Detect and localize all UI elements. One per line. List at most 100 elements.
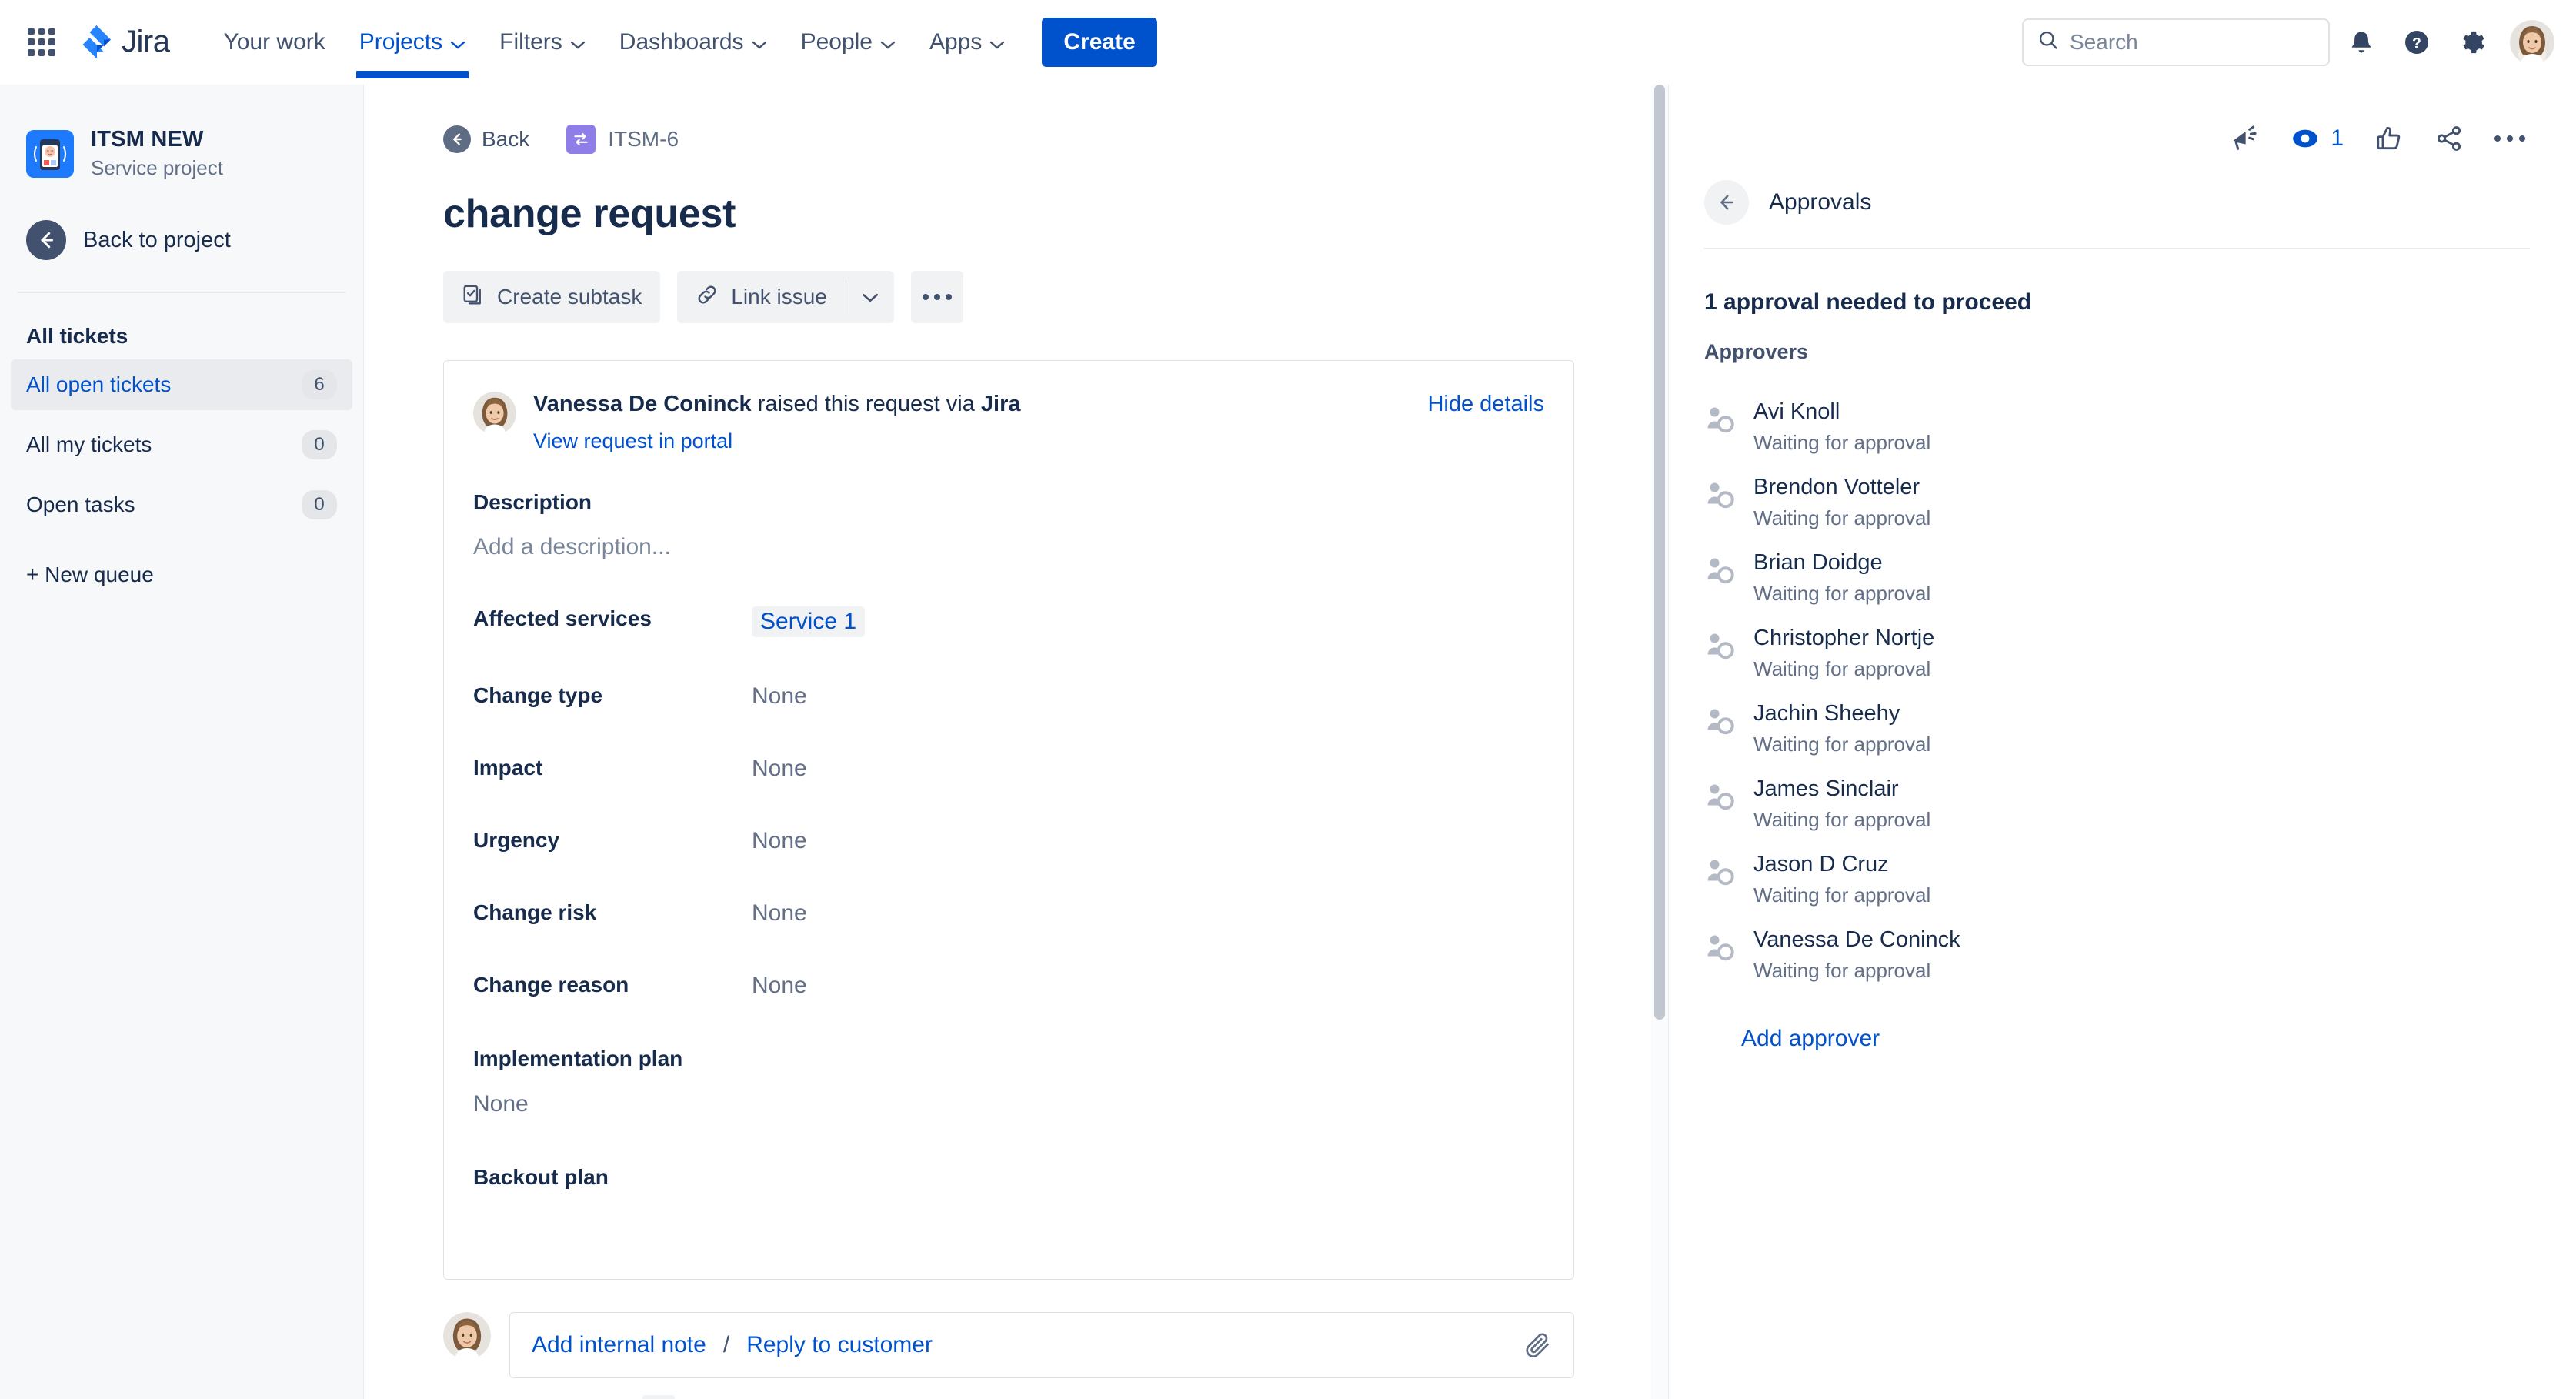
affected-service-link[interactable]: Service 1 <box>752 606 866 637</box>
raised-text: raised this request via <box>751 392 981 416</box>
back-to-project-label: Back to project <box>83 227 231 252</box>
share-icon[interactable] <box>2434 124 2464 153</box>
main-panel-scrollbar[interactable] <box>1651 85 1668 1399</box>
queue-label: Open tasks <box>26 492 135 516</box>
nav-item-your-work[interactable]: Your work <box>206 0 342 85</box>
approvals-header: Approvals <box>1669 154 2576 225</box>
list-item[interactable]: Jason D Cruz Waiting for approval <box>1704 852 2576 907</box>
field-row-impact: Impact None <box>473 756 1544 782</box>
nav-label: Projects <box>359 28 443 55</box>
pro-tip-key: M <box>642 1395 675 1399</box>
help-question-icon[interactable]: ? <box>2393 18 2441 66</box>
field-row-backout-plan: Backout plan <box>473 1165 1544 1190</box>
link-issue-button[interactable]: Link issue <box>677 271 846 323</box>
person-avatar-icon <box>1704 856 1737 889</box>
sidebar-item-open-tasks[interactable]: Open tasks 0 <box>11 479 352 530</box>
gear-settings-icon[interactable] <box>2448 18 2496 66</box>
nav-label: Dashboards <box>619 28 744 55</box>
field-value[interactable]: Service 1 <box>752 606 866 637</box>
list-item[interactable]: Brian Doidge Waiting for approval <box>1704 550 2576 606</box>
list-item[interactable]: Jachin Sheehy Waiting for approval <box>1704 701 2576 756</box>
request-header: Vanessa De Coninck raised this request v… <box>473 392 1544 453</box>
new-queue-button[interactable]: + New queue <box>0 539 363 587</box>
field-row-implementation-plan: Implementation plan None <box>473 1047 1544 1117</box>
list-item[interactable]: Brendon Votteler Waiting for approval <box>1704 475 2576 530</box>
chevron-down-icon[interactable] <box>846 271 894 323</box>
nav-item-dashboards[interactable]: Dashboards <box>602 0 784 85</box>
field-value[interactable]: None <box>752 683 807 710</box>
approver-name: Vanessa De Coninck <box>1753 927 1960 952</box>
nav-right-cluster: ? <box>2022 18 2554 66</box>
back-to-project-button[interactable]: Back to project <box>0 217 363 263</box>
thumbs-up-vote-icon[interactable] <box>2374 124 2404 153</box>
nav-label: Filters <box>499 28 562 55</box>
user-avatar[interactable] <box>2510 19 2554 65</box>
page-title: change request <box>443 192 736 236</box>
field-value[interactable]: None <box>752 828 807 854</box>
bell-notification-icon[interactable] <box>2337 18 2385 66</box>
approver-status: Waiting for approval <box>1753 883 1931 907</box>
reporter-avatar <box>473 392 516 435</box>
sidebar-item-all-open-tickets[interactable]: All open tickets 6 <box>11 359 352 410</box>
comment-input-box[interactable]: Add internal note / Reply to customer <box>509 1312 1574 1378</box>
issue-main-panel: Back ITSM-6 change request Create subtas… <box>365 85 1651 1399</box>
person-avatar-icon <box>1704 555 1737 587</box>
search-box[interactable] <box>2022 18 2330 66</box>
more-horizontal-icon[interactable] <box>910 271 963 323</box>
approval-headline: 1 approval needed to proceed <box>1704 289 2032 315</box>
approver-name: James Sinclair <box>1753 776 1899 801</box>
search-input[interactable] <box>2070 29 2314 55</box>
subtask-checkbox-icon <box>462 283 485 312</box>
field-label: Affected services <box>473 606 652 630</box>
field-value[interactable]: None <box>473 1091 1544 1117</box>
list-item[interactable]: Christopher Nortje Waiting for approval <box>1704 626 2576 681</box>
nav-item-projects[interactable]: Projects <box>342 0 482 85</box>
queue-label: All my tickets <box>26 432 152 456</box>
breadcrumb-issue-key[interactable]: ITSM-6 <box>566 125 679 154</box>
approver-status: Waiting for approval <box>1753 959 1931 982</box>
person-avatar-icon <box>1704 781 1737 813</box>
list-item[interactable]: Avi Knoll Waiting for approval <box>1704 399 2576 455</box>
queue-list: All open tickets 6 All my tickets 0 Open… <box>0 359 363 530</box>
field-value[interactable]: None <box>752 973 807 999</box>
approvers-label: Approvers <box>1704 340 1809 363</box>
feedback-megaphone-icon[interactable] <box>2229 123 2260 154</box>
description-input[interactable]: Add a description... <box>473 534 1544 560</box>
jira-home-link[interactable]: Jira <box>78 24 170 61</box>
field-value[interactable]: None <box>752 900 807 927</box>
project-header[interactable]: ITSM NEW Service project <box>0 85 363 180</box>
chevron-down-icon <box>752 29 767 55</box>
create-button[interactable]: Create <box>1042 17 1157 67</box>
add-approver-button[interactable]: Add approver <box>1741 1026 1880 1052</box>
nav-item-apps[interactable]: Apps <box>913 0 1022 85</box>
description-label: Description <box>473 490 592 514</box>
top-navigation-bar: Jira Your work Projects Filters Dashboar… <box>0 0 2576 85</box>
create-subtask-button[interactable]: Create subtask <box>443 271 661 323</box>
paperclip-icon[interactable] <box>1523 1331 1552 1360</box>
nav-label: People <box>800 28 873 55</box>
request-channel: Jira <box>980 392 1021 416</box>
service-project-avatar-icon <box>26 129 74 178</box>
field-value[interactable]: None <box>752 756 807 782</box>
list-item[interactable]: Vanessa De Coninck Waiting for approval <box>1704 927 2576 983</box>
reply-to-customer-button[interactable]: Reply to customer <box>746 1332 933 1358</box>
sidebar-item-all-my-tickets[interactable]: All my tickets 0 <box>11 419 352 470</box>
view-request-in-portal-link[interactable]: View request in portal <box>533 429 732 453</box>
grid-apps-icon[interactable] <box>22 22 62 62</box>
comment-composer: Add internal note / Reply to customer <box>443 1312 1574 1378</box>
more-horizontal-icon[interactable] <box>2494 135 2525 142</box>
list-item[interactable]: James Sinclair Waiting for approval <box>1704 776 2576 832</box>
comment-separator: / <box>722 1332 730 1357</box>
field-label: Change risk <box>473 900 597 924</box>
arrow-left-icon[interactable] <box>1704 180 1749 225</box>
person-avatar-icon <box>1704 630 1737 663</box>
field-row-affected-services: Affected services Service 1 <box>473 606 1544 637</box>
nav-item-filters[interactable]: Filters <box>482 0 602 85</box>
nav-item-people[interactable]: People <box>784 0 913 85</box>
approver-status: Waiting for approval <box>1753 582 1931 605</box>
add-internal-note-button[interactable]: Add internal note <box>532 1332 706 1358</box>
back-button[interactable]: Back <box>443 125 529 153</box>
watch-eye-icon[interactable]: 1 <box>2291 124 2344 153</box>
hide-details-button[interactable]: Hide details <box>1427 392 1544 417</box>
scrollbar-thumb[interactable] <box>1654 85 1665 1020</box>
